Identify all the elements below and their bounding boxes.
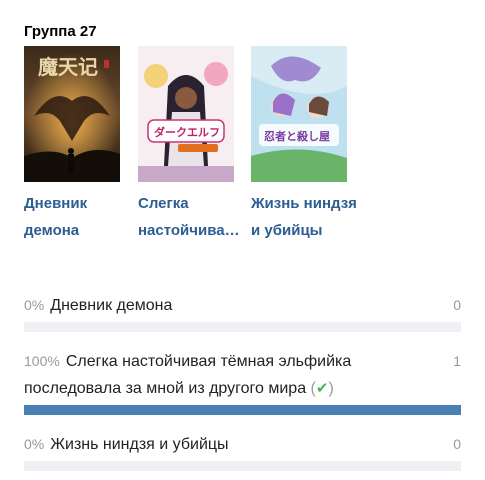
dark-dragon-poster[interactable]: 魔天记 [24, 46, 120, 182]
poll-option-label: Жизнь ниндзя и убийцы [50, 436, 229, 453]
poll-option[interactable]: 100% Слегка настойчивая тёмная эльфийка п… [24, 348, 461, 415]
svg-text:忍者と殺し屋: 忍者と殺し屋 [264, 129, 330, 143]
poll-vote-count: 0 [453, 436, 461, 452]
anime-card[interactable]: 忍者と殺し屋 Жизнь ниндзя и убийцы [251, 46, 357, 244]
poll-option[interactable]: 0% Жизнь ниндзя и убийцы 0 [24, 431, 461, 471]
svg-text:ダークエルフ: ダークエルフ [154, 125, 220, 139]
group-title: Группа 27 [24, 23, 97, 40]
dark-elf-poster[interactable]: ダークエルフ [138, 46, 234, 182]
poll-progress-bar [24, 461, 461, 471]
poll-percent: 0% [24, 436, 45, 452]
poll-percent: 100% [24, 353, 60, 369]
card-title-link[interactable]: Дневник демона [24, 190, 134, 244]
poll-progress-bar [24, 405, 461, 415]
card-title-link[interactable]: Жизнь ниндзя и убийцы [251, 190, 361, 244]
card-title-link[interactable]: Слегка настойчивая тёмная эльфийка [138, 190, 248, 244]
poll-progress-fill [24, 405, 461, 415]
anime-card[interactable]: 魔天记 Дневник демона [24, 46, 120, 244]
poll-option-text: 0% Дневник демона [24, 292, 461, 319]
svg-text:魔天记: 魔天记 [38, 55, 98, 79]
poll-percent: 0% [24, 297, 45, 313]
ninja-girls-poster[interactable]: 忍者と殺し屋 [251, 46, 347, 182]
poll-option-label: Дневник демона [50, 297, 173, 314]
poll-vote-count: 1 [453, 353, 461, 369]
poll-option[interactable]: 0% Дневник демона 0 [24, 292, 461, 332]
anime-card[interactable]: ダークエルフ Слегка настойчивая тёмная эльфийк… [138, 46, 234, 244]
poll-option-text: 0% Жизнь ниндзя и убийцы [24, 431, 461, 458]
poll-option-label: Слегка настойчивая тёмная эльфийка после… [24, 353, 352, 397]
vote-mark-close: ) [328, 380, 334, 397]
poll-option-text: 100% Слегка настойчивая тёмная эльфийка п… [24, 348, 461, 402]
poll-progress-bar [24, 322, 461, 332]
poll-vote-count: 0 [453, 297, 461, 313]
check-icon: ✔ [315, 380, 329, 397]
